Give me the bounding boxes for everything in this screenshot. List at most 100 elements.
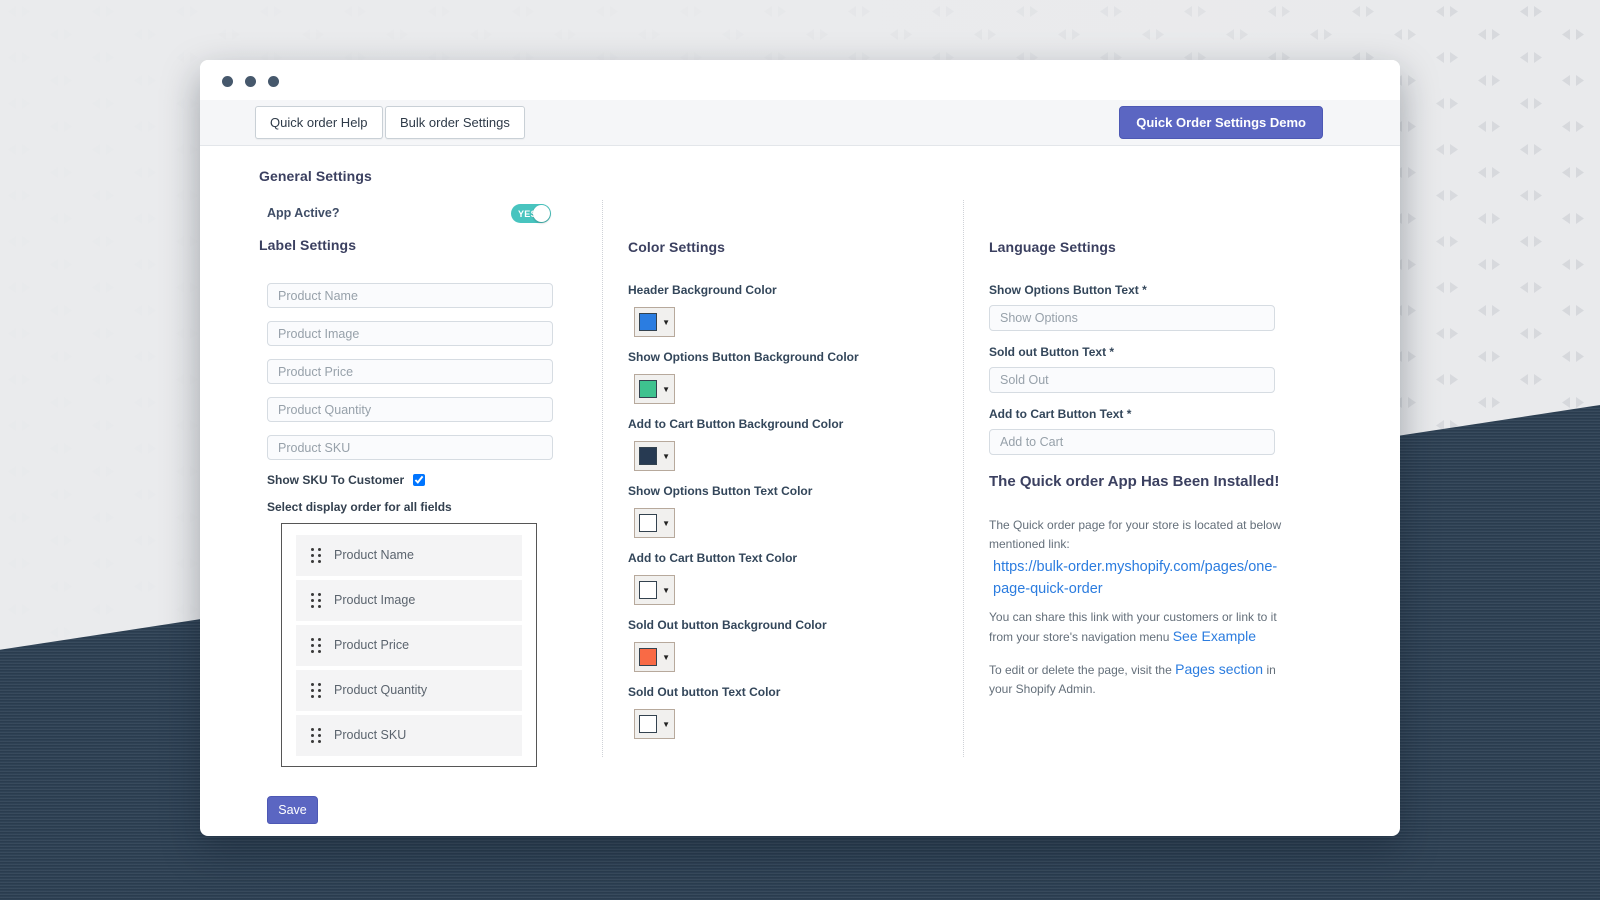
- color-swatch: [639, 581, 657, 599]
- color-setting-group: Sold Out button Text Color ▼: [628, 685, 958, 739]
- color-setting-group: Sold Out button Background Color ▼: [628, 618, 958, 672]
- chevron-down-icon: ▼: [662, 318, 670, 327]
- show-options-bg-color-picker[interactable]: ▼: [634, 374, 675, 404]
- color-setting-label: Show Options Button Background Color: [628, 350, 958, 367]
- product-price-field[interactable]: [267, 359, 553, 384]
- color-setting-label: Sold Out button Background Color: [628, 618, 958, 635]
- color-setting-label: Add to Cart Button Background Color: [628, 417, 958, 434]
- show-options-text-color-picker[interactable]: ▼: [634, 508, 675, 538]
- share-text: You can share this link with your custom…: [989, 608, 1282, 647]
- add-to-cart-text-field[interactable]: [989, 429, 1275, 455]
- color-swatch: [639, 715, 657, 733]
- display-order-list: Product Name Product Image Product Price…: [281, 523, 537, 767]
- list-item[interactable]: Product SKU: [296, 715, 522, 756]
- label-settings-column: General Settings App Active? YES Label S…: [259, 168, 552, 824]
- general-settings-title: General Settings: [259, 168, 552, 184]
- color-swatch: [639, 514, 657, 532]
- color-setting-group: Add to Cart Button Text Color ▼: [628, 551, 958, 605]
- drag-handle-icon[interactable]: [311, 683, 321, 698]
- edit-text-prefix: To edit or delete the page, visit the: [989, 663, 1172, 677]
- label-inputs: [267, 283, 552, 460]
- language-field-group: Show Options Button Text *: [989, 283, 1282, 331]
- app-active-row: App Active? YES: [267, 204, 552, 224]
- save-button[interactable]: Save: [267, 796, 318, 824]
- color-setting-group: Show Options Button Text Color ▼: [628, 484, 958, 538]
- chevron-down-icon: ▼: [662, 519, 670, 528]
- app-active-label: App Active?: [267, 206, 339, 220]
- window-titlebar: [200, 60, 1400, 100]
- list-item[interactable]: Product Quantity: [296, 670, 522, 711]
- quick-order-settings-demo-button[interactable]: Quick Order Settings Demo: [1119, 106, 1323, 139]
- pages-section-link[interactable]: Pages section: [1175, 661, 1263, 677]
- color-setting-group: Add to Cart Button Background Color ▼: [628, 417, 958, 471]
- list-item-label: Product SKU: [334, 728, 406, 742]
- sold-out-text-color-picker[interactable]: ▼: [634, 709, 675, 739]
- color-setting-label: Header Background Color: [628, 283, 958, 300]
- chevron-down-icon: ▼: [662, 586, 670, 595]
- color-setting-group: Show Options Button Background Color ▼: [628, 350, 958, 404]
- language-field-group: Sold out Button Text *: [989, 345, 1282, 393]
- list-item-label: Product Name: [334, 548, 414, 562]
- chevron-down-icon: ▼: [662, 653, 670, 662]
- add-to-cart-bg-color-picker[interactable]: ▼: [634, 441, 675, 471]
- toggle-knob: [533, 205, 550, 222]
- window-dot-icon: [268, 76, 279, 87]
- quick-order-help-button[interactable]: Quick order Help: [255, 106, 383, 139]
- language-field-group: Add to Cart Button Text *: [989, 407, 1282, 455]
- color-setting-label: Show Options Button Text Color: [628, 484, 958, 501]
- show-options-text-label: Show Options Button Text *: [989, 283, 1282, 300]
- sold-out-text-field[interactable]: [989, 367, 1275, 393]
- color-setting-label: Sold Out button Text Color: [628, 685, 958, 702]
- color-swatch: [639, 648, 657, 666]
- chevron-down-icon: ▼: [662, 720, 670, 729]
- column-divider: [963, 200, 964, 757]
- label-settings-title: Label Settings: [259, 237, 552, 253]
- product-sku-field[interactable]: [267, 435, 553, 460]
- color-settings-column: Color Settings Header Background Color ▼…: [628, 239, 958, 739]
- sold-out-text-label: Sold out Button Text *: [989, 345, 1282, 362]
- list-item-label: Product Quantity: [334, 683, 427, 697]
- window-dot-icon: [222, 76, 233, 87]
- installed-title: The Quick order App Has Been Installed!: [989, 473, 1282, 490]
- show-sku-checkbox[interactable]: [413, 474, 425, 486]
- color-setting-label: Add to Cart Button Text Color: [628, 551, 958, 568]
- drag-handle-icon[interactable]: [311, 638, 321, 653]
- quick-order-page-link[interactable]: https://bulk-order.myshopify.com/pages/o…: [989, 556, 1282, 600]
- list-item[interactable]: Product Name: [296, 535, 522, 576]
- color-setting-group: Header Background Color ▼: [628, 283, 958, 337]
- edit-text: To edit or delete the page, visit the Pa…: [989, 660, 1282, 699]
- list-item[interactable]: Product Image: [296, 580, 522, 621]
- drag-handle-icon[interactable]: [311, 548, 321, 563]
- desktop-background: Quick order Help Bulk order Settings Qui…: [0, 0, 1600, 900]
- header-background-color-picker[interactable]: ▼: [634, 307, 675, 337]
- language-settings-title: Language Settings: [989, 239, 1282, 255]
- window-dot-icon: [245, 76, 256, 87]
- located-text: The Quick order page for your store is l…: [989, 516, 1282, 554]
- show-sku-row: Show SKU To Customer: [267, 473, 552, 487]
- color-settings-title: Color Settings: [628, 239, 958, 255]
- language-settings-column: Language Settings Show Options Button Te…: [989, 239, 1282, 699]
- chevron-down-icon: ▼: [662, 385, 670, 394]
- chevron-down-icon: ▼: [662, 452, 670, 461]
- add-to-cart-text-color-picker[interactable]: ▼: [634, 575, 675, 605]
- show-options-text-field[interactable]: [989, 305, 1275, 331]
- list-item-label: Product Price: [334, 638, 409, 652]
- color-swatch: [639, 313, 657, 331]
- see-example-link[interactable]: See Example: [1173, 628, 1256, 644]
- drag-handle-icon[interactable]: [311, 728, 321, 743]
- product-image-field[interactable]: [267, 321, 553, 346]
- column-divider: [602, 200, 603, 757]
- bulk-order-settings-button[interactable]: Bulk order Settings: [385, 106, 525, 139]
- drag-handle-icon[interactable]: [311, 593, 321, 608]
- product-name-field[interactable]: [267, 283, 553, 308]
- display-order-label: Select display order for all fields: [267, 500, 552, 514]
- product-quantity-field[interactable]: [267, 397, 553, 422]
- app-active-toggle[interactable]: YES: [511, 204, 551, 223]
- color-swatch: [639, 447, 657, 465]
- sold-out-bg-color-picker[interactable]: ▼: [634, 642, 675, 672]
- show-sku-label: Show SKU To Customer: [267, 473, 404, 487]
- list-item-label: Product Image: [334, 593, 415, 607]
- list-item[interactable]: Product Price: [296, 625, 522, 666]
- app-window: Quick order Help Bulk order Settings Qui…: [200, 60, 1400, 836]
- add-to-cart-text-label: Add to Cart Button Text *: [989, 407, 1282, 424]
